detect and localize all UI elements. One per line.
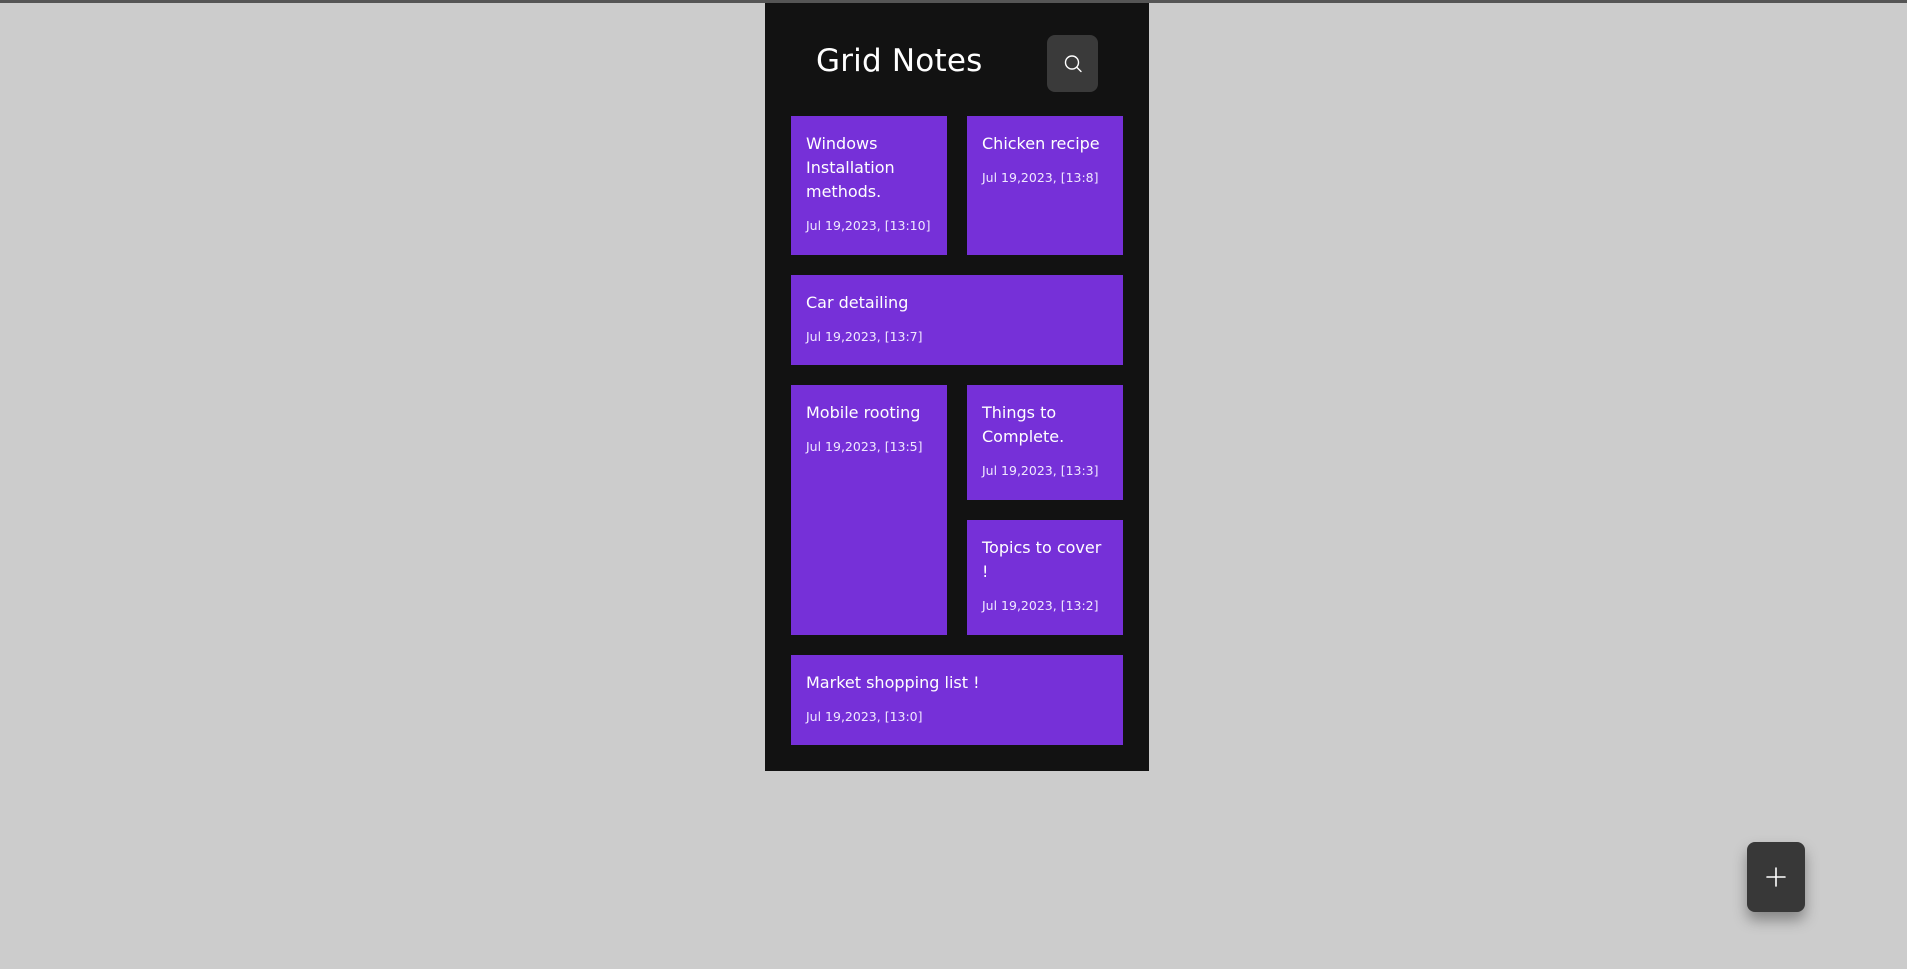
notes-app: Grid Notes Windows Installation methods.… [765, 3, 1149, 771]
note-title: Market shopping list ! [806, 673, 980, 692]
search-icon [1064, 54, 1082, 72]
plus-icon [1766, 867, 1786, 887]
note-date: Jul 19,2023, [13:8] [982, 170, 1099, 185]
note-date: Jul 19,2023, [13:2] [982, 598, 1099, 613]
note-date: Jul 19,2023, [13:3] [982, 463, 1099, 478]
note-date: Jul 19,2023, [13:10] [806, 218, 931, 233]
app-title: Grid Notes [816, 43, 983, 79]
note-title: Topics to cover ! [982, 538, 1102, 581]
note-date: Jul 19,2023, [13:0] [806, 709, 923, 724]
note-title: Things to Complete. [982, 403, 1065, 446]
note-card[interactable]: Market shopping list ! Jul 19,2023, [13:… [791, 655, 1123, 745]
note-title: Mobile rooting [806, 403, 921, 422]
search-button[interactable] [1047, 35, 1098, 92]
note-card[interactable]: Topics to cover ! Jul 19,2023, [13:2] [967, 520, 1123, 635]
note-title: Car detailing [806, 293, 909, 312]
notes-grid: Windows Installation methods. Jul 19,202… [791, 116, 1123, 745]
note-date: Jul 19,2023, [13:7] [806, 329, 923, 344]
note-card[interactable]: Car detailing Jul 19,2023, [13:7] [791, 275, 1123, 365]
add-note-button[interactable] [1747, 842, 1805, 912]
note-card[interactable]: Windows Installation methods. Jul 19,202… [791, 116, 947, 255]
note-card[interactable]: Chicken recipe Jul 19,2023, [13:8] [967, 116, 1123, 255]
note-card[interactable]: Mobile rooting Jul 19,2023, [13:5] [791, 385, 947, 635]
note-date: Jul 19,2023, [13:5] [806, 439, 923, 454]
note-card[interactable]: Things to Complete. Jul 19,2023, [13:3] [967, 385, 1123, 500]
note-title: Chicken recipe [982, 134, 1100, 153]
note-title: Windows Installation methods. [806, 134, 895, 201]
